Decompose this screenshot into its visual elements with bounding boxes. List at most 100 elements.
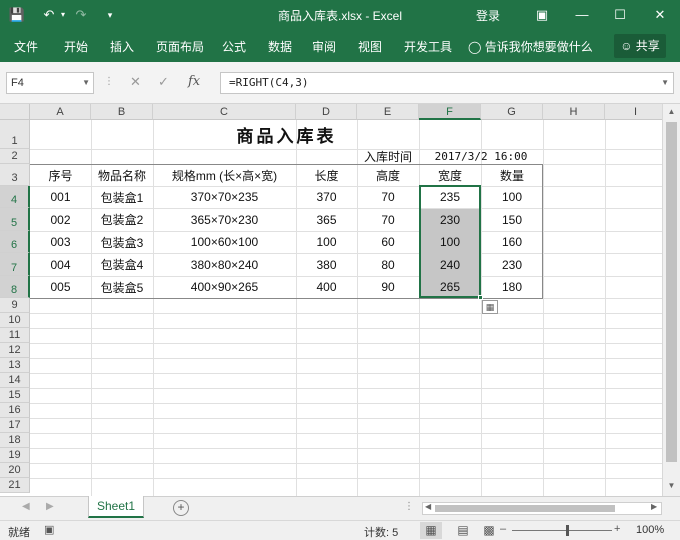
enter-icon[interactable]: ✓ — [158, 74, 169, 90]
scroll-left-icon[interactable]: ◀ — [425, 502, 431, 511]
macro-record-icon[interactable]: ▣ — [44, 523, 54, 536]
column-header-i[interactable]: I — [605, 104, 662, 120]
table-cell[interactable]: 90 — [357, 276, 419, 298]
undo-icon[interactable]: ↶ — [40, 6, 58, 24]
row-header[interactable]: 14 — [0, 373, 30, 388]
table-cell[interactable]: 70 — [357, 186, 419, 208]
table-cell[interactable]: 100×60×100 — [153, 231, 296, 253]
table-cell[interactable]: 365×70×230 — [153, 208, 296, 231]
table-cell[interactable]: 002 — [30, 208, 91, 231]
name-box[interactable]: F4 ▼ — [6, 72, 94, 94]
table-cell[interactable]: 365 — [296, 208, 357, 231]
column-header-g[interactable]: G — [481, 104, 543, 120]
table-cell[interactable]: 150 — [481, 208, 543, 231]
header-length[interactable]: 长度 — [296, 164, 357, 186]
column-header-c[interactable]: C — [153, 104, 296, 120]
column-header-d[interactable]: D — [296, 104, 357, 120]
row-header[interactable]: 13 — [0, 358, 30, 373]
zoom-slider-knob[interactable] — [566, 525, 569, 536]
table-cell[interactable]: 60 — [357, 231, 419, 253]
table-cell[interactable]: 400 — [296, 276, 357, 298]
vertical-scrollbar[interactable]: ▲ ▼ — [662, 104, 680, 496]
row-header[interactable]: 20 — [0, 463, 30, 478]
scroll-up-icon[interactable]: ▲ — [663, 104, 680, 120]
table-cell[interactable]: 370×70×235 — [153, 186, 296, 208]
header-width[interactable]: 宽度 — [419, 164, 481, 186]
tab-view[interactable]: 视图 — [358, 38, 382, 55]
row-header[interactable]: 6 — [0, 231, 30, 253]
tab-data[interactable]: 数据 — [268, 38, 292, 55]
tab-review[interactable]: 审阅 — [312, 38, 336, 55]
column-header-a[interactable]: A — [30, 104, 91, 120]
zoom-in-icon[interactable]: + — [614, 523, 620, 535]
row-header[interactable]: 12 — [0, 343, 30, 358]
minimize-icon[interactable]: — — [568, 4, 596, 26]
tab-file[interactable]: 文件 — [14, 38, 38, 55]
table-cell[interactable]: 004 — [30, 253, 91, 276]
scroll-right-icon[interactable]: ▶ — [651, 502, 657, 511]
table-cell[interactable]: 100 — [481, 186, 543, 208]
tab-home[interactable]: 开始 — [64, 38, 88, 55]
row-header[interactable]: 17 — [0, 418, 30, 433]
expand-formula-icon[interactable]: ▼ — [661, 73, 669, 93]
tab-insert[interactable]: 插入 — [110, 38, 134, 55]
table-cell[interactable]: 230 — [481, 253, 543, 276]
header-spec[interactable]: 规格mm (长×高×宽) — [153, 164, 296, 186]
share-button[interactable]: ☺ 共享 — [614, 34, 666, 58]
header-height[interactable]: 高度 — [357, 164, 419, 186]
row-header[interactable]: 9 — [0, 298, 30, 313]
tab-split-handle-icon[interactable]: ⋮ — [404, 501, 414, 512]
page-break-view-icon[interactable]: ▩ — [478, 522, 500, 539]
table-cell[interactable]: 160 — [481, 231, 543, 253]
table-cell[interactable]: 003 — [30, 231, 91, 253]
row-header[interactable]: 7 — [0, 253, 30, 276]
header-quantity[interactable]: 数量 — [481, 164, 543, 186]
row-header[interactable]: 18 — [0, 433, 30, 448]
close-icon[interactable]: ✕ — [646, 4, 674, 26]
column-header-b[interactable]: B — [91, 104, 153, 120]
row-header[interactable]: 8 — [0, 276, 30, 298]
row-header[interactable]: 21 — [0, 478, 30, 493]
drag-handle-icon[interactable]: ⋮ — [104, 76, 114, 87]
row-header[interactable]: 1 — [0, 120, 30, 149]
formula-input[interactable]: =RIGHT(C4,3) ▼ — [220, 72, 674, 94]
redo-icon[interactable]: ↷ — [72, 6, 90, 24]
page-layout-view-icon[interactable]: ▤ — [452, 522, 474, 539]
table-cell[interactable]: 380×80×240 — [153, 253, 296, 276]
stock-time-label[interactable]: 入库时间 — [357, 149, 419, 164]
table-cell[interactable]: 包装盒3 — [91, 231, 153, 253]
chevron-down-icon[interactable]: ▼ — [82, 73, 90, 93]
next-sheet-icon[interactable]: ▶ — [46, 501, 54, 512]
column-header-e[interactable]: E — [357, 104, 419, 120]
ribbon-display-icon[interactable]: ▣ — [528, 4, 556, 26]
stock-time-value[interactable]: 2017/3/2 16:00 — [419, 149, 543, 164]
column-header-f[interactable]: F — [419, 104, 481, 120]
header-index[interactable]: 序号 — [30, 164, 91, 186]
table-cell[interactable]: 400×90×265 — [153, 276, 296, 298]
table-cell[interactable]: 100 — [296, 231, 357, 253]
header-item-name[interactable]: 物品名称 — [91, 164, 153, 186]
insert-function-icon[interactable]: fx — [188, 74, 200, 89]
row-header[interactable]: 2 — [0, 149, 30, 164]
login-link[interactable]: 登录 — [476, 7, 500, 24]
select-all-corner[interactable] — [0, 104, 30, 120]
row-header[interactable]: 15 — [0, 388, 30, 403]
save-icon[interactable]: 💾 — [8, 6, 26, 24]
previous-sheet-icon[interactable]: ◀ — [22, 501, 30, 512]
row-header[interactable]: 10 — [0, 313, 30, 328]
zoom-out-icon[interactable]: – — [500, 523, 506, 535]
row-header[interactable]: 19 — [0, 448, 30, 463]
table-cell[interactable]: 包装盒5 — [91, 276, 153, 298]
table-cell[interactable]: 370 — [296, 186, 357, 208]
tell-me-box[interactable]: ◯ 告诉我你想要做什么 — [468, 38, 593, 55]
table-cell[interactable]: 001 — [30, 186, 91, 208]
row-header[interactable]: 16 — [0, 403, 30, 418]
column-header-h[interactable]: H — [543, 104, 605, 120]
vertical-scroll-thumb[interactable] — [666, 122, 677, 462]
tab-developer[interactable]: 开发工具 — [404, 38, 452, 55]
table-cell[interactable]: 70 — [357, 208, 419, 231]
horizontal-scrollbar[interactable]: ◀ ▶ — [422, 502, 662, 515]
row-header[interactable]: 3 — [0, 164, 30, 186]
tab-formulas[interactable]: 公式 — [222, 38, 246, 55]
zoom-level[interactable]: 100% — [636, 524, 664, 536]
